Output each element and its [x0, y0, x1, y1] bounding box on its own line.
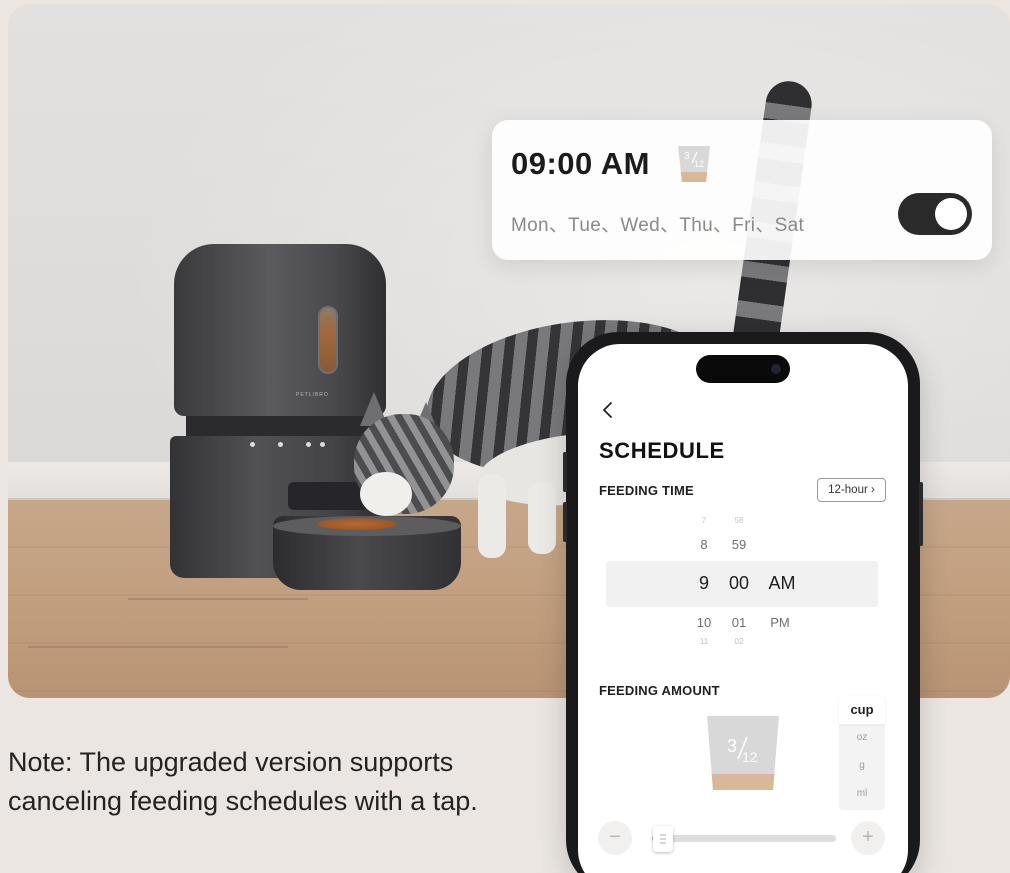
kibble: [317, 518, 397, 530]
picker-period-selected[interactable]: AM: [764, 573, 800, 594]
amount-numerator: 3: [727, 736, 737, 756]
unit-selector[interactable]: cup oz g ml: [839, 696, 885, 810]
portion-numerator: 3: [684, 151, 690, 162]
power-button: [919, 482, 923, 546]
food-bowl: [273, 516, 461, 590]
dynamic-island: [696, 355, 790, 383]
picker-row-above-far: 7 58: [578, 516, 908, 526]
schedule-toggle[interactable]: [898, 193, 972, 235]
picker-minute-option[interactable]: 02: [726, 637, 752, 646]
decrease-amount-button[interactable]: −: [598, 821, 632, 855]
note-line-1: Note: The upgraded version supports: [8, 747, 454, 777]
volume-button: [563, 452, 567, 492]
hour-format-button[interactable]: 12-hour ›: [817, 478, 886, 502]
phone: SCHEDULE FEEDING TIME 12-hour › 7 58 8 5…: [563, 332, 923, 873]
portion-denominator: 12: [694, 159, 704, 169]
wifi-indicator-icon: [320, 442, 325, 447]
picker-row-above: 8 59: [578, 537, 908, 555]
drag-handle-icon: [660, 834, 666, 844]
amount-denominator: 12: [742, 749, 758, 765]
picker-hour-option[interactable]: 10: [688, 615, 720, 630]
amount-cup-icon: 3 12: [707, 716, 779, 790]
unit-option-selected[interactable]: cup: [839, 696, 885, 724]
feeder-hopper: [174, 244, 386, 416]
cat-muzzle: [360, 472, 412, 516]
app-screen: SCHEDULE FEEDING TIME 12-hour › 7 58 8 5…: [578, 344, 908, 873]
volume-button: [563, 502, 567, 542]
feeder-control-band: [186, 416, 376, 438]
picker-hour-selected[interactable]: 9: [690, 573, 718, 594]
note-text: Note: The upgraded version supports canc…: [8, 743, 548, 821]
feeder-chute: [288, 482, 368, 510]
unit-option-oz[interactable]: oz: [839, 732, 885, 743]
picker-minute-option[interactable]: 01: [726, 615, 752, 630]
picker-period-option[interactable]: PM: [764, 615, 796, 630]
amount-slider-track[interactable]: [652, 835, 836, 842]
increase-amount-button[interactable]: +: [851, 821, 885, 855]
picker-row-selected: 9 00 AM: [578, 573, 908, 597]
camera-icon: [771, 364, 781, 374]
picker-hour-option[interactable]: 8: [692, 537, 716, 552]
cat-leg: [528, 482, 556, 554]
indicator-light: [278, 442, 283, 447]
page-title: SCHEDULE: [599, 438, 725, 463]
amount-slider-thumb[interactable]: [653, 826, 673, 852]
back-arrow-icon[interactable]: [598, 400, 618, 420]
picker-hour-option[interactable]: 7: [692, 516, 716, 525]
indicator-light: [250, 442, 255, 447]
floor-seam: [28, 646, 288, 648]
toggle-knob: [935, 198, 967, 230]
picker-minute-option[interactable]: 58: [726, 516, 752, 525]
feeding-amount-label: FEEDING AMOUNT: [599, 683, 720, 698]
indicator-light: [306, 442, 311, 447]
schedule-card[interactable]: 09:00 AM 3 12 Mon、Tue、Wed、Thu、Fri、Sat: [492, 120, 992, 260]
unit-option-g[interactable]: g: [839, 760, 885, 771]
schedule-time: 09:00 AM: [511, 146, 650, 181]
portion-cup-icon: 3 12: [678, 146, 710, 182]
floor-seam: [128, 598, 308, 600]
picker-minute-option[interactable]: 59: [726, 537, 752, 552]
picker-hour-option[interactable]: 11: [692, 637, 716, 646]
schedule-days: Mon、Tue、Wed、Thu、Fri、Sat: [511, 215, 805, 236]
feeder-food-window: [318, 306, 338, 374]
note-line-2: canceling feeding schedules with a tap.: [8, 786, 478, 816]
cat-leg: [478, 474, 506, 558]
picker-row-below-far: 11 02: [578, 637, 908, 647]
feeding-time-label: FEEDING TIME: [599, 483, 694, 498]
unit-option-ml[interactable]: ml: [839, 788, 885, 799]
feeder-brand-label: PETLIBRO: [296, 392, 329, 398]
picker-minute-selected[interactable]: 00: [724, 573, 754, 594]
picker-row-below: 10 01 PM: [578, 615, 908, 633]
